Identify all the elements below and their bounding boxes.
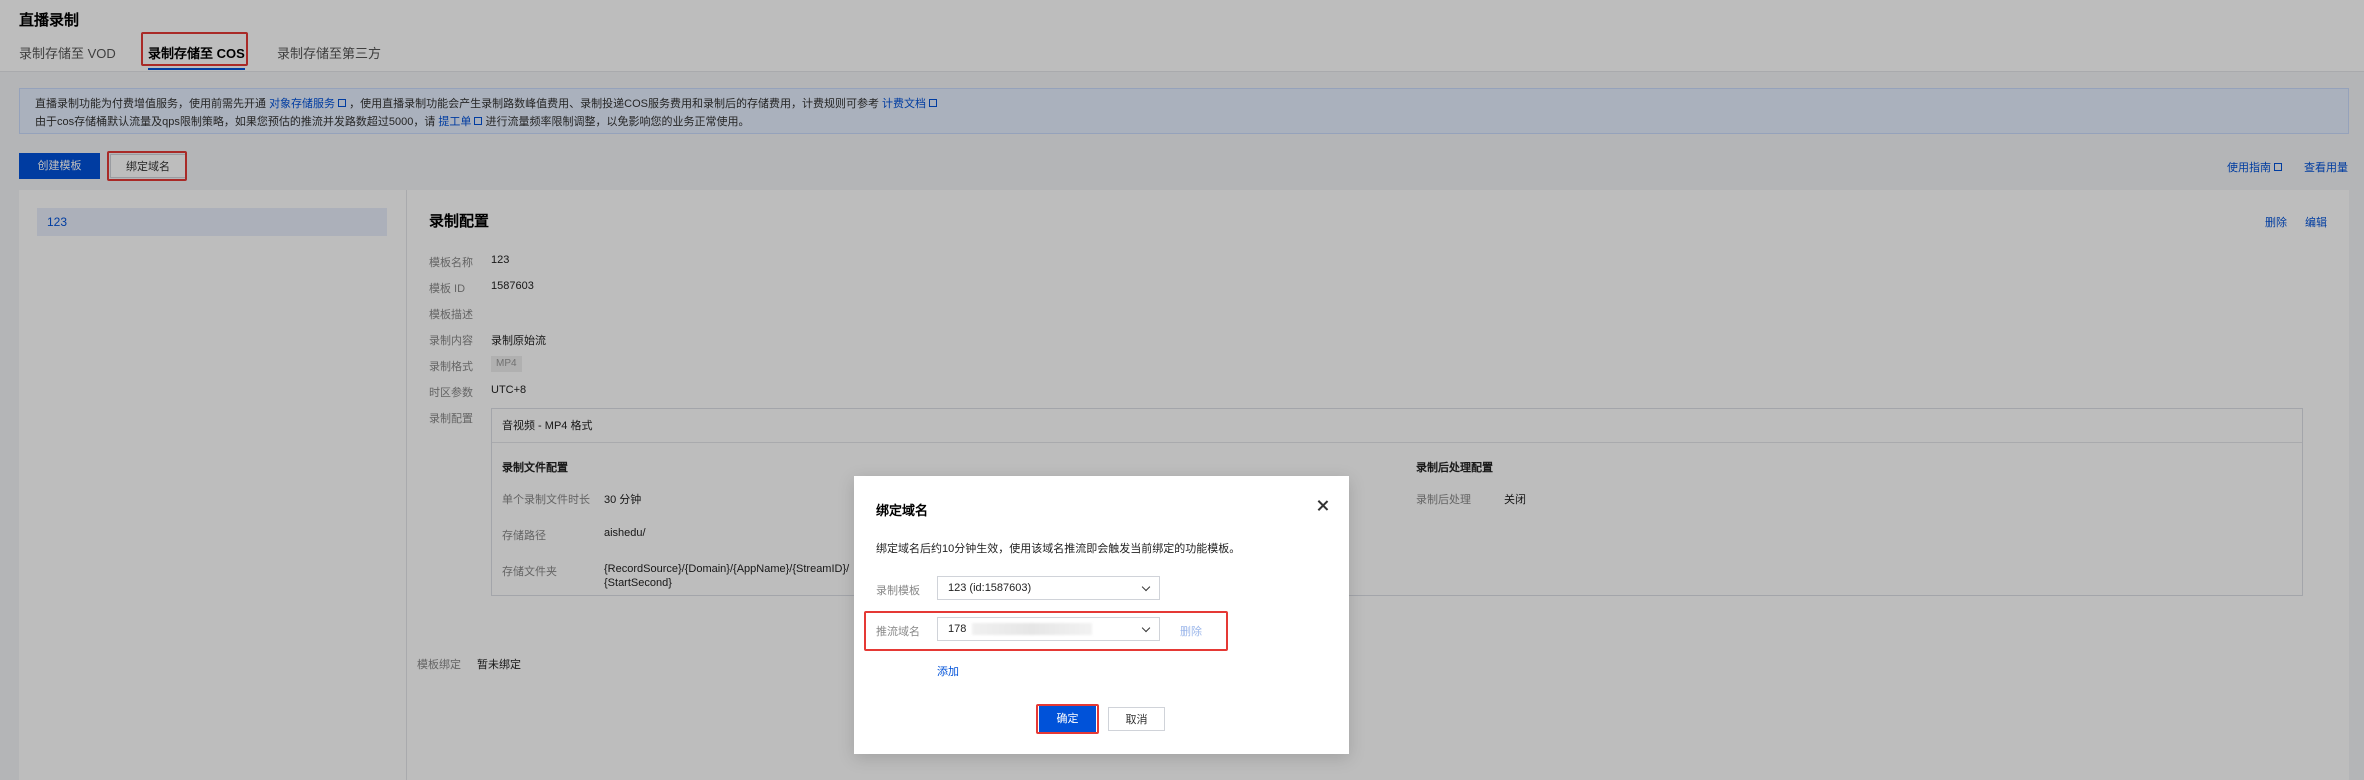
add-domain-link[interactable]: 添加 xyxy=(937,663,959,679)
modal-description: 绑定域名后约10分钟生效，使用该域名推流即会触发当前绑定的功能模板。 xyxy=(876,543,1241,555)
template-select[interactable]: 123 (id:1587603) xyxy=(937,576,1160,600)
redacted-domain xyxy=(972,623,1093,636)
remove-domain-link[interactable]: 删除 xyxy=(1180,623,1202,639)
template-select-label: 录制模板 xyxy=(876,585,920,597)
domain-select-value: 178 xyxy=(948,623,967,635)
bind-domain-modal: 绑定域名 绑定域名后约10分钟生效，使用该域名推流即会触发当前绑定的功能模板。 … xyxy=(854,476,1349,754)
cancel-button[interactable]: 取消 xyxy=(1108,707,1165,731)
template-select-value: 123 (id:1587603) xyxy=(948,582,1032,594)
close-icon[interactable] xyxy=(1315,498,1331,514)
domain-select[interactable]: 178 xyxy=(937,617,1160,641)
chevron-down-icon xyxy=(1141,623,1151,633)
chevron-down-icon xyxy=(1141,582,1151,592)
confirm-button[interactable]: 确定 xyxy=(1039,706,1096,732)
modal-title: 绑定域名 xyxy=(876,503,929,518)
domain-select-label: 推流域名 xyxy=(876,626,920,638)
